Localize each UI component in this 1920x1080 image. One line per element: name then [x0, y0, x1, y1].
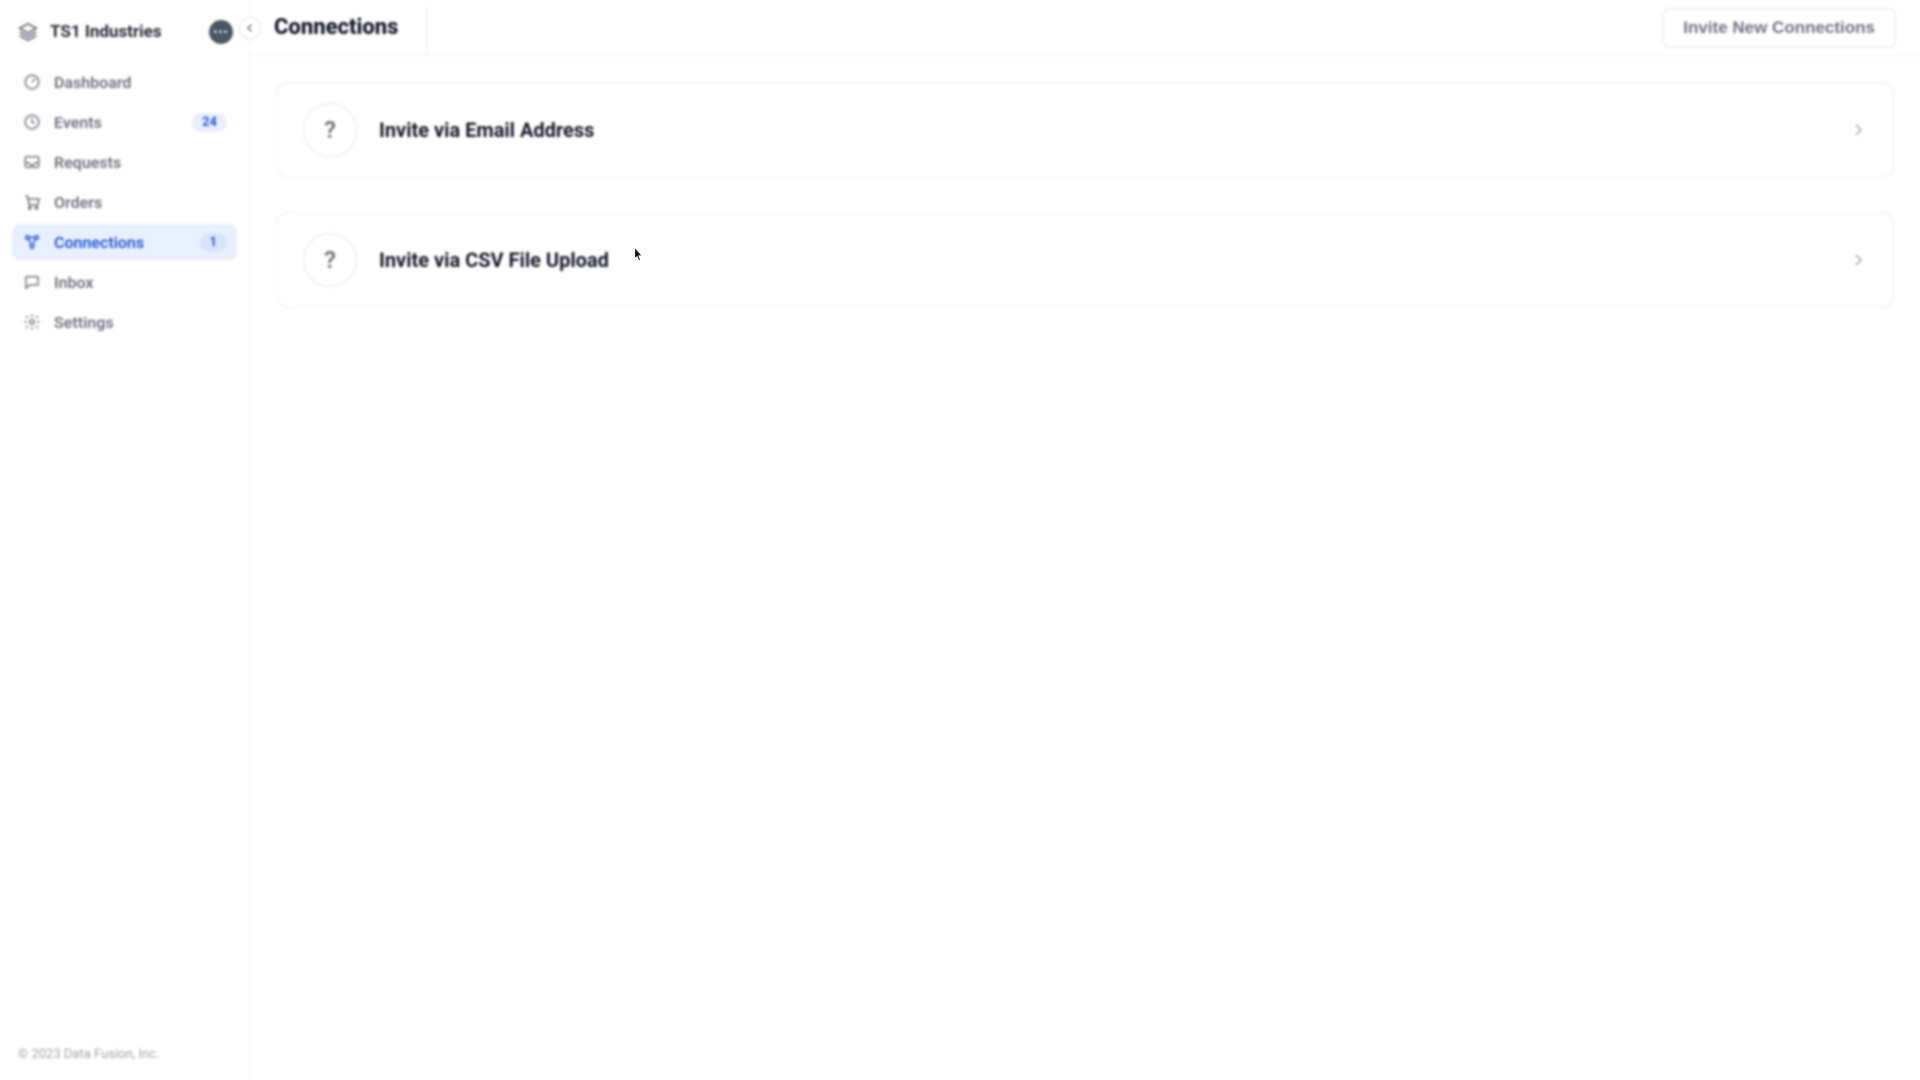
- gear-icon: [22, 312, 42, 332]
- invite-new-connections-button[interactable]: Invite New Connections: [1662, 8, 1896, 48]
- chevron-right-icon: [1849, 251, 1867, 269]
- inbox-tray-icon: [22, 152, 42, 172]
- clock-icon: [22, 112, 42, 132]
- chevron-left-icon: [244, 22, 256, 34]
- sidebar-footer: © 2023 Data Fusion, Inc.: [12, 1039, 237, 1070]
- main: Connections Invite New Connections ? Inv…: [250, 0, 1920, 1080]
- sidebar-item-inbox[interactable]: Inbox: [12, 264, 237, 300]
- invite-via-csv-option[interactable]: ? Invite via CSV File Upload: [276, 212, 1894, 308]
- org-switcher[interactable]: TS1 Industries •••: [12, 14, 237, 58]
- sidebar-item-label: Dashboard: [54, 73, 131, 92]
- org-menu-icon[interactable]: •••: [209, 20, 233, 44]
- org-name: TS1 Industries: [50, 22, 199, 42]
- sidebar-item-label: Orders: [54, 193, 102, 212]
- sidebar-item-connections[interactable]: Connections 1: [12, 224, 237, 260]
- sidebar-item-label: Inbox: [54, 273, 94, 292]
- page-title: Connections: [274, 0, 427, 55]
- sidebar-item-label: Connections: [54, 233, 144, 252]
- network-icon: [22, 232, 42, 252]
- invite-via-email-option[interactable]: ? Invite via Email Address: [276, 82, 1894, 178]
- question-icon: ?: [303, 103, 357, 157]
- sidebar-nav: Dashboard Events 24 Requests Orders: [12, 64, 237, 340]
- content: ? Invite via Email Address ? Invite via …: [250, 56, 1920, 1080]
- gauge-icon: [22, 72, 42, 92]
- events-badge: 24: [192, 113, 227, 132]
- option-label: Invite via CSV File Upload: [379, 248, 1827, 272]
- cart-icon: [22, 192, 42, 212]
- sidebar-item-dashboard[interactable]: Dashboard: [12, 64, 237, 100]
- connections-badge: 1: [200, 233, 227, 252]
- question-icon: ?: [303, 233, 357, 287]
- sidebar-item-label: Settings: [54, 313, 114, 332]
- sidebar-item-requests[interactable]: Requests: [12, 144, 237, 180]
- sidebar-item-events[interactable]: Events 24: [12, 104, 237, 140]
- chevron-right-icon: [1849, 121, 1867, 139]
- sidebar-item-orders[interactable]: Orders: [12, 184, 237, 220]
- sidebar: TS1 Industries ••• Dashboard Events 24: [0, 0, 250, 1080]
- topbar-action-label: Invite New Connections: [1683, 18, 1875, 38]
- org-logo-icon: [16, 20, 40, 44]
- option-label: Invite via Email Address: [379, 118, 1827, 142]
- chat-icon: [22, 272, 42, 292]
- collapse-sidebar-button[interactable]: [239, 17, 261, 39]
- sidebar-item-settings[interactable]: Settings: [12, 304, 237, 340]
- topbar: Connections Invite New Connections: [250, 0, 1920, 56]
- sidebar-item-label: Requests: [54, 153, 121, 172]
- sidebar-item-label: Events: [54, 113, 102, 132]
